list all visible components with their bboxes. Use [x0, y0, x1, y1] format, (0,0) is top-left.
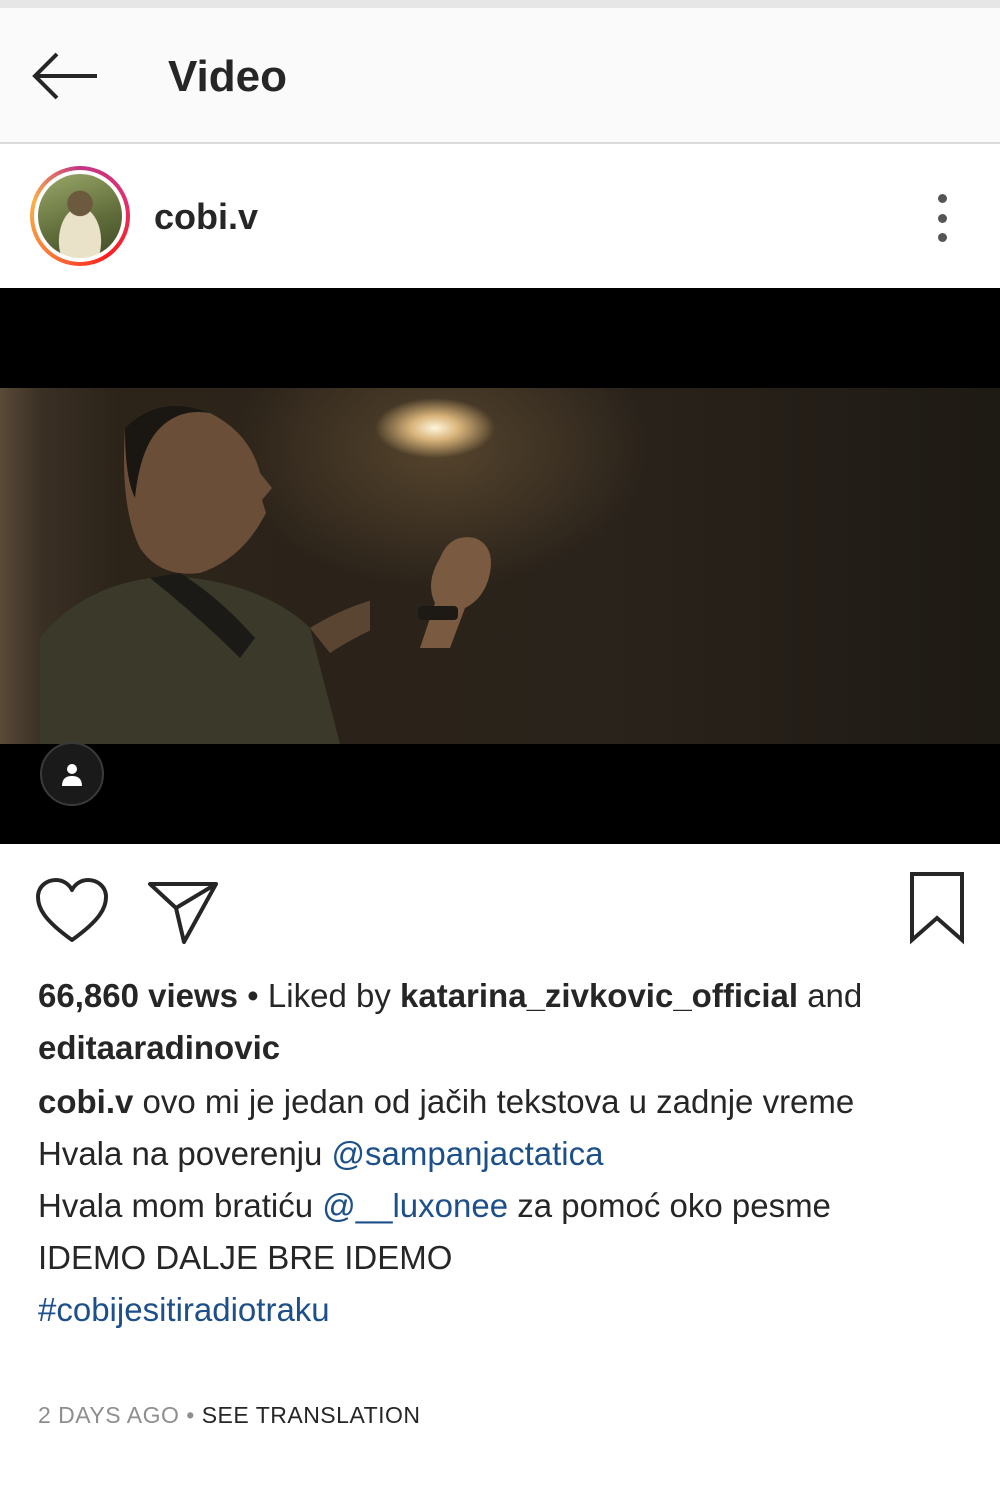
- hashtag-link[interactable]: #cobijesitiradiotraku: [38, 1284, 978, 1336]
- page-title: Video: [168, 52, 288, 101]
- post-username[interactable]: cobi.v: [154, 196, 258, 238]
- caption-text: za pomoć oko pesme: [517, 1187, 831, 1224]
- video-player[interactable]: [0, 288, 1000, 844]
- separator: •: [186, 1402, 195, 1428]
- share-button[interactable]: [146, 876, 220, 946]
- liked-by-user-link[interactable]: katarina_zivkovic_official: [400, 977, 798, 1014]
- top-app-bar: Video: [0, 8, 1000, 144]
- post-timestamp: 2 DAYS AGO: [38, 1402, 180, 1428]
- avatar-photo: [38, 174, 122, 258]
- video-frame: [0, 388, 1000, 744]
- bookmark-icon: [910, 872, 964, 945]
- post-meta: 2 DAYS AGO • SEE TRANSLATION: [38, 1402, 421, 1429]
- video-still-fist: [418, 537, 491, 648]
- caption-line: Hvala na poverenju @sampanjactatica: [38, 1128, 978, 1180]
- caption-line: IDEMO DALJE BRE IDEMO: [38, 1239, 453, 1276]
- arrow-left-icon: [32, 52, 97, 100]
- likes-summary: 66,860 views • Liked by katarina_zivkovi…: [38, 970, 978, 1074]
- like-button[interactable]: [34, 876, 110, 946]
- separator: •: [247, 977, 259, 1014]
- video-still-person: [40, 405, 370, 744]
- caption-username[interactable]: cobi.v: [38, 1083, 133, 1120]
- paper-plane-icon: [148, 882, 218, 944]
- back-button[interactable]: [22, 38, 110, 114]
- status-bar-strip: [0, 0, 1000, 8]
- user-tag-icon: [62, 764, 82, 786]
- caption-text: Hvala na poverenju: [38, 1135, 323, 1172]
- mention-link[interactable]: @sampanjactatica: [332, 1135, 604, 1172]
- post-header: cobi.v: [0, 146, 1000, 288]
- liked-by-user-link[interactable]: editaaradinovic: [38, 1029, 280, 1066]
- more-options-button[interactable]: [916, 186, 968, 250]
- save-button[interactable]: [904, 870, 970, 946]
- liked-by-and: and: [807, 977, 863, 1014]
- caption-line: Hvala mom bratiću @__luxonee za pomoć ok…: [38, 1180, 978, 1232]
- more-vertical-icon: [937, 194, 947, 203]
- caption-line: cobi.v ovo mi je jedan od jačih tekstova…: [38, 1076, 978, 1128]
- liked-by-label: Liked by: [267, 977, 391, 1014]
- see-translation-link[interactable]: SEE TRANSLATION: [202, 1402, 421, 1428]
- views-count: 66,860 views: [38, 977, 238, 1014]
- post-caption: cobi.v ovo mi je jedan od jačih tekstova…: [38, 1076, 978, 1336]
- mention-link[interactable]: @__luxonee: [322, 1187, 508, 1224]
- post-actions: [0, 864, 1000, 954]
- tagged-people-button[interactable]: [40, 742, 104, 806]
- avatar[interactable]: [30, 166, 130, 266]
- caption-text: Hvala mom bratiću: [38, 1187, 314, 1224]
- heart-icon: [36, 878, 108, 942]
- caption-text: ovo mi je jedan od jačih tekstova u zadn…: [142, 1083, 855, 1120]
